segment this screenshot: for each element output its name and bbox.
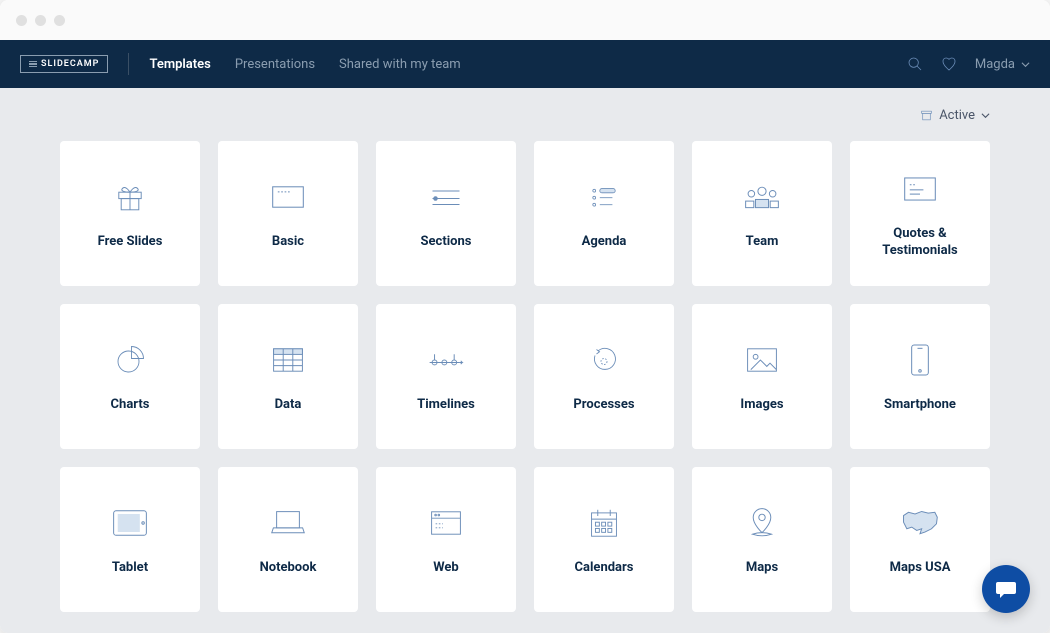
process-icon — [583, 339, 625, 381]
pin-icon — [741, 502, 783, 544]
pie-icon — [109, 339, 151, 381]
chevron-down-icon — [981, 111, 990, 120]
content-area: Active Free Slides Basic Sections Agenda Tea… — [0, 88, 1050, 633]
card-icon — [267, 176, 309, 218]
card-title: Timelines — [417, 397, 475, 414]
quotes-icon — [899, 168, 941, 210]
user-menu[interactable]: Magda — [975, 57, 1030, 72]
template-card[interactable]: Web — [376, 467, 516, 612]
search-icon[interactable] — [907, 56, 923, 72]
chat-icon — [994, 577, 1018, 601]
window-dot — [16, 15, 27, 26]
app-logo[interactable]: SLIDECAMP — [20, 55, 108, 73]
window-titlebar — [0, 0, 1050, 40]
template-card[interactable]: Images — [692, 304, 832, 449]
filter-dropdown[interactable]: Active — [920, 108, 990, 123]
nav-divider — [128, 53, 129, 75]
template-card[interactable]: Processes — [534, 304, 674, 449]
card-title: Notebook — [260, 560, 317, 577]
template-card[interactable]: Notebook — [218, 467, 358, 612]
window-dot — [54, 15, 65, 26]
card-title: Charts — [111, 397, 150, 414]
card-title: Data — [275, 397, 302, 414]
laptop-icon — [267, 502, 309, 544]
template-card[interactable]: Team — [692, 141, 832, 286]
template-card[interactable]: Quotes & Testimonials — [850, 141, 990, 286]
archive-icon — [920, 109, 933, 122]
logo-icon — [29, 61, 37, 68]
nav-shared[interactable]: Shared with my team — [339, 57, 461, 72]
card-title: Maps USA — [890, 560, 951, 577]
browser-icon — [425, 502, 467, 544]
card-title: Quotes & Testimonials — [862, 226, 978, 260]
card-title: Web — [433, 560, 459, 577]
filter-label: Active — [939, 108, 975, 123]
card-title: Team — [746, 234, 779, 251]
card-title: Maps — [746, 560, 778, 577]
card-title: Calendars — [575, 560, 634, 577]
card-title: Processes — [573, 397, 634, 414]
template-card[interactable]: Calendars — [534, 467, 674, 612]
card-title: Basic — [272, 234, 304, 251]
calendar-icon — [583, 502, 625, 544]
template-card[interactable]: Tablet — [60, 467, 200, 612]
card-title: Agenda — [582, 234, 627, 251]
template-card[interactable]: Agenda — [534, 141, 674, 286]
sections-icon — [425, 176, 467, 218]
timeline-icon — [425, 339, 467, 381]
chat-button[interactable] — [982, 565, 1030, 613]
card-title: Tablet — [112, 560, 148, 577]
template-card[interactable]: Data — [218, 304, 358, 449]
template-grid: Free Slides Basic Sections Agenda Team Quotes… — [20, 133, 1030, 620]
template-card[interactable]: Maps — [692, 467, 832, 612]
main-nav: SLIDECAMP Templates Presentations Shared… — [0, 40, 1050, 88]
app-name: SLIDECAMP — [41, 59, 99, 69]
template-card[interactable]: Charts — [60, 304, 200, 449]
template-card[interactable]: Basic — [218, 141, 358, 286]
template-card[interactable]: Timelines — [376, 304, 516, 449]
card-title: Sections — [421, 234, 472, 251]
card-title: Smartphone — [884, 397, 956, 414]
heart-icon[interactable] — [941, 56, 957, 72]
table-icon — [267, 339, 309, 381]
template-card[interactable]: Smartphone — [850, 304, 990, 449]
chevron-down-icon — [1021, 60, 1030, 69]
nav-templates[interactable]: Templates — [149, 57, 210, 72]
nav-links: Templates Presentations Shared with my t… — [149, 57, 460, 72]
user-name: Magda — [975, 57, 1015, 72]
usa-icon — [899, 502, 941, 544]
card-title: Free Slides — [98, 234, 163, 251]
template-card[interactable]: Free Slides — [60, 141, 200, 286]
tablet-icon — [109, 502, 151, 544]
team-icon — [741, 176, 783, 218]
phone-icon — [899, 339, 941, 381]
nav-presentations[interactable]: Presentations — [235, 57, 315, 72]
image-icon — [741, 339, 783, 381]
template-card[interactable]: Maps USA — [850, 467, 990, 612]
card-title: Images — [740, 397, 783, 414]
window-dot — [35, 15, 46, 26]
gift-icon — [109, 176, 151, 218]
agenda-icon — [583, 176, 625, 218]
template-card[interactable]: Sections — [376, 141, 516, 286]
